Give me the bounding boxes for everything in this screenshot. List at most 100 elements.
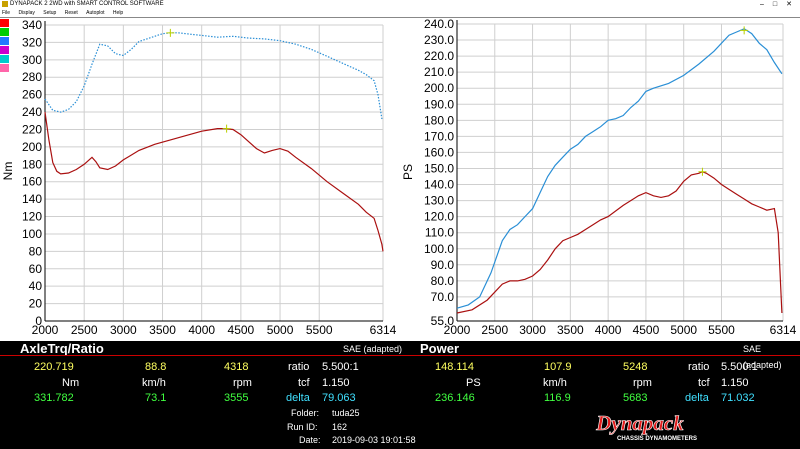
peak-marker bbox=[740, 26, 749, 35]
dynapack-logo: Dynapack CHASSIS DYNAMOMETERS bbox=[595, 412, 697, 442]
y-tick-label: 230.0 bbox=[424, 33, 454, 47]
panel-separator bbox=[0, 355, 800, 356]
delta-value-left: 79.063 bbox=[322, 392, 356, 404]
delta-value-right: 71.032 bbox=[721, 392, 755, 404]
x-tick-label: 4500 bbox=[633, 323, 660, 337]
unit-rpm-left: rpm bbox=[233, 377, 252, 389]
current-speed-right: 107.9 bbox=[544, 361, 572, 373]
ratio-value-left: 5.500:1 bbox=[322, 361, 359, 373]
date-value: 2019-09-03 19:01:58 bbox=[332, 435, 416, 445]
logo-tagline: CHASSIS DYNAMOMETERS bbox=[617, 436, 697, 442]
y-tick-label: 200 bbox=[22, 140, 42, 154]
y-tick-label: 80 bbox=[29, 244, 43, 258]
date-label: Date: bbox=[299, 435, 321, 445]
x-tick-label: 2000 bbox=[32, 323, 59, 337]
y-tick-label: 100.0 bbox=[424, 242, 454, 256]
tcf-label-right: tcf bbox=[698, 377, 710, 389]
x-tick-label: 6314 bbox=[370, 323, 397, 337]
folder-label: Folder: bbox=[291, 408, 320, 418]
x-tick-label: 3000 bbox=[519, 323, 546, 337]
y-tick-label: 90.0 bbox=[431, 258, 455, 272]
current-rpm-right: 5248 bbox=[623, 361, 648, 373]
y-tick-label: 240.0 bbox=[424, 17, 454, 31]
y-tick-label: 260 bbox=[22, 88, 42, 102]
y-tick-label: 40 bbox=[29, 279, 43, 293]
y-tick-label: 70.0 bbox=[431, 290, 455, 304]
y-tick-label: 190.0 bbox=[424, 97, 454, 111]
unit-rpm-right: rpm bbox=[633, 377, 652, 389]
y-tick-label: 160.0 bbox=[424, 145, 454, 159]
current-rpm-left: 4318 bbox=[224, 361, 249, 373]
y-tick-label: 160 bbox=[22, 175, 42, 189]
y-tick-label: 80.0 bbox=[431, 274, 455, 288]
y-tick-label: 170.0 bbox=[424, 129, 454, 143]
series-line bbox=[456, 171, 783, 314]
ratio-label-left: ratio bbox=[288, 361, 310, 373]
x-tick-label: 4000 bbox=[595, 323, 622, 337]
y-tick-label: 140 bbox=[22, 192, 42, 206]
y-tick-label: 220 bbox=[22, 122, 42, 136]
series-line bbox=[44, 32, 383, 120]
x-tick-label: 5000 bbox=[267, 323, 294, 337]
peak-speed-left: 73.1 bbox=[145, 392, 167, 404]
y-tick-label: 140.0 bbox=[424, 178, 454, 192]
x-tick-label: 2000 bbox=[444, 323, 471, 337]
y-axis-label: PS bbox=[401, 164, 415, 180]
current-speed-left: 88.8 bbox=[145, 361, 167, 373]
folder-value: tuda25 bbox=[332, 408, 360, 418]
delta-label-left: delta bbox=[286, 392, 310, 404]
peak-rpm-left: 3555 bbox=[224, 392, 249, 404]
y-tick-label: 240 bbox=[22, 105, 42, 119]
x-tick-label: 3500 bbox=[557, 323, 584, 337]
y-tick-label: 200.0 bbox=[424, 81, 454, 95]
y-tick-label: 220.0 bbox=[424, 49, 454, 63]
x-tick-label: 5500 bbox=[708, 323, 735, 337]
peak-speed-right: 116.9 bbox=[544, 392, 571, 404]
unit-speed-left: km/h bbox=[142, 377, 166, 389]
peak-marker bbox=[166, 28, 175, 37]
y-tick-label: 120.0 bbox=[424, 210, 454, 224]
unit-speed-right: km/h bbox=[543, 377, 567, 389]
x-tick-label: 5000 bbox=[670, 323, 697, 337]
y-tick-label: 150.0 bbox=[424, 161, 454, 175]
peak-marker bbox=[222, 124, 231, 133]
peak-torque: 331.782 bbox=[34, 392, 74, 404]
ratio-label-right: ratio bbox=[688, 361, 710, 373]
unit-torque: Nm bbox=[62, 377, 80, 389]
current-torque: 220.719 bbox=[34, 361, 74, 373]
x-tick-label: 2500 bbox=[71, 323, 98, 337]
y-axis-label: Nm bbox=[1, 162, 15, 181]
current-power: 148.114 bbox=[435, 361, 474, 373]
x-tick-label: 3500 bbox=[149, 323, 176, 337]
y-tick-label: 210.0 bbox=[424, 65, 454, 79]
peak-power: 236.146 bbox=[435, 392, 475, 404]
y-tick-label: 180.0 bbox=[424, 113, 454, 127]
tcf-value-left: 1.150 bbox=[322, 377, 350, 389]
tcf-label-left: tcf bbox=[298, 377, 310, 389]
unit-power: PS bbox=[466, 377, 481, 389]
logo-brand: Dynapack bbox=[595, 412, 684, 435]
delta-label-right: delta bbox=[685, 392, 709, 404]
y-tick-label: 130.0 bbox=[424, 194, 454, 208]
x-tick-label: 4000 bbox=[188, 323, 215, 337]
y-tick-label: 180 bbox=[22, 157, 42, 171]
x-tick-label: 2500 bbox=[481, 323, 508, 337]
ratio-value-right: 5.500:1 bbox=[721, 361, 758, 373]
y-tick-label: 110.0 bbox=[425, 226, 454, 240]
y-tick-label: 300 bbox=[22, 53, 42, 67]
y-tick-label: 340 bbox=[22, 18, 42, 32]
peak-rpm-right: 5683 bbox=[623, 392, 648, 404]
x-tick-label: 5500 bbox=[306, 323, 333, 337]
y-tick-label: 280 bbox=[22, 70, 42, 84]
runid-label: Run ID: bbox=[287, 422, 318, 432]
y-tick-label: 20 bbox=[29, 297, 43, 311]
tcf-value-right: 1.150 bbox=[721, 377, 749, 389]
y-tick-label: 60 bbox=[29, 262, 43, 276]
x-tick-label: 6314 bbox=[770, 323, 797, 337]
runid-value: 162 bbox=[332, 422, 348, 432]
y-tick-label: 120 bbox=[22, 210, 42, 224]
x-tick-label: 3000 bbox=[110, 323, 137, 337]
x-tick-label: 4500 bbox=[228, 323, 255, 337]
y-tick-label: 100 bbox=[22, 227, 42, 241]
y-tick-label: 320 bbox=[22, 35, 42, 49]
